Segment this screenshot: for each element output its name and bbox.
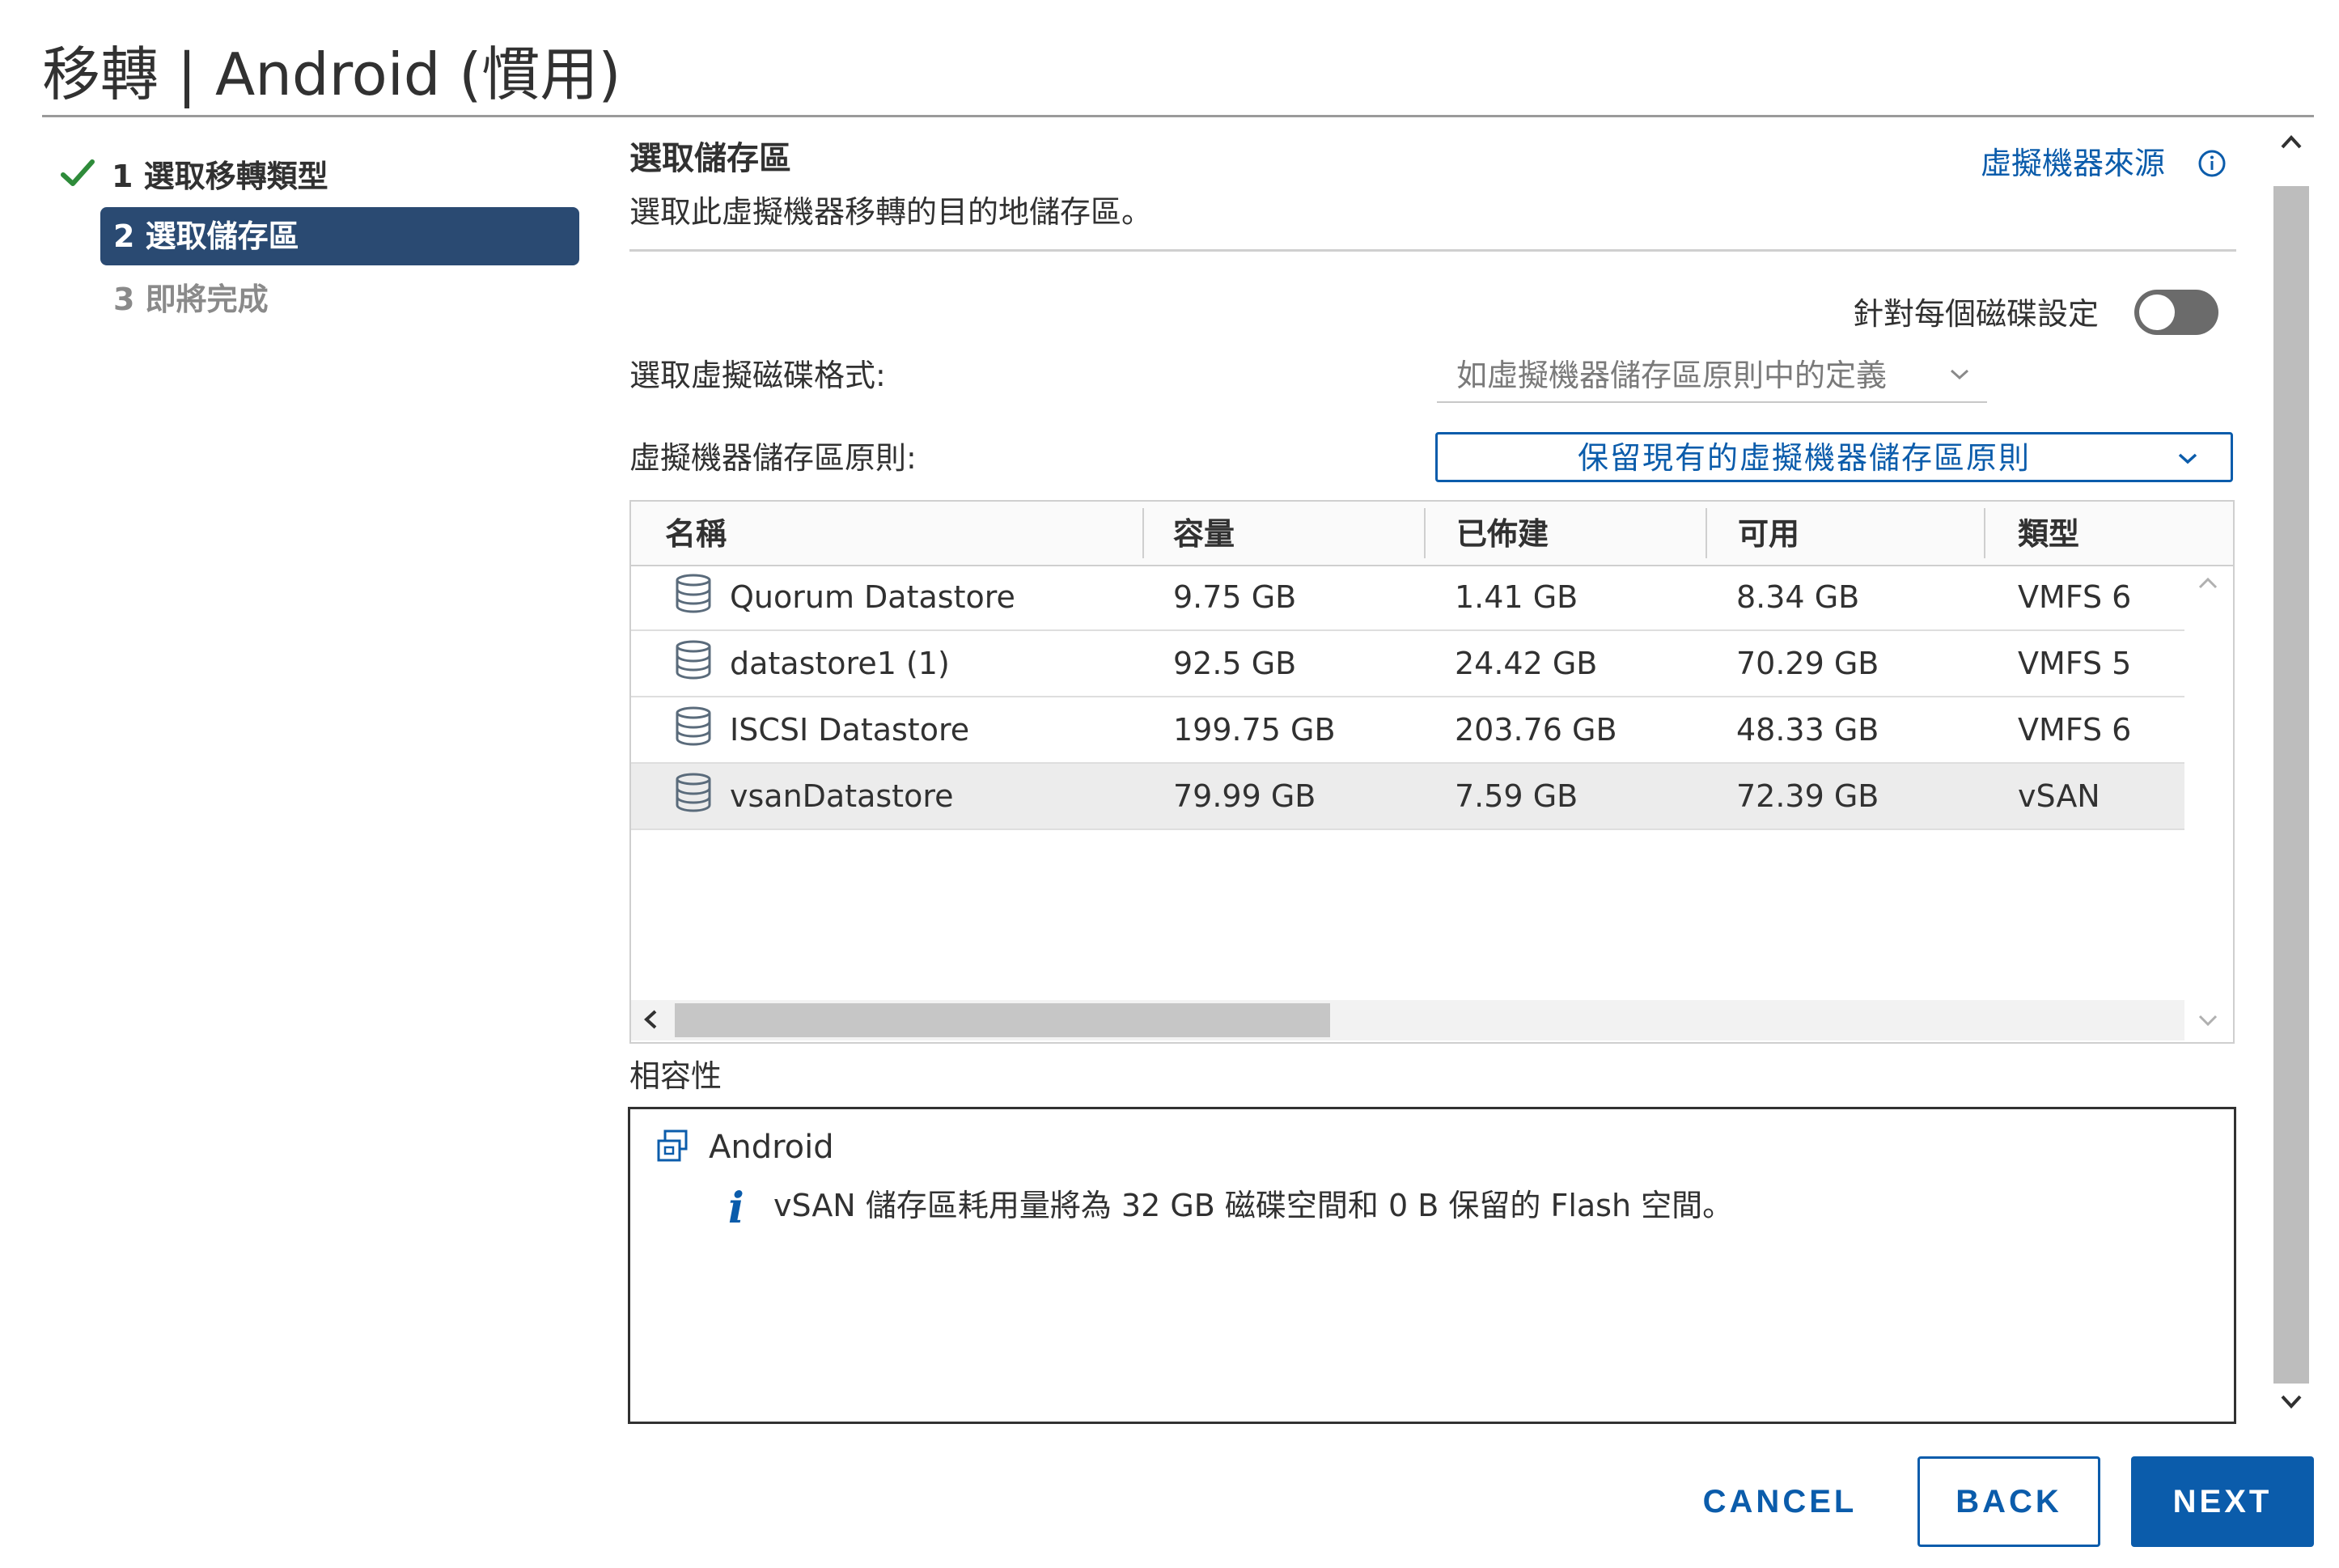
per-disk-label: 針對每個磁碟設定 [1853,296,2100,332]
step-select-migration-type[interactable]: 1 選取移轉類型 [112,154,328,199]
datastore-provisioned: 7.59 GB [1455,778,1578,814]
datastore-capacity: 79.99 GB [1173,778,1316,814]
check-icon [61,159,95,186]
horizontal-scroll-thumb[interactable] [675,1003,1330,1037]
page-scrollbar[interactable] [2273,186,2309,1384]
chevron-down-icon[interactable] [2194,1008,2222,1032]
datastore-capacity: 92.5 GB [1173,646,1297,681]
datastore-icon [676,773,711,812]
table-header [631,502,2233,566]
column-separator[interactable] [1984,508,1985,558]
datastore-name[interactable]: datastore1 (1) [730,642,950,684]
datastore-type: VMFS 5 [2018,646,2132,681]
chevron-up-icon[interactable] [2194,571,2222,595]
datastore-icon [676,640,711,680]
datastore-provisioned: 203.76 GB [1455,712,1617,748]
disk-format-label: 選取虛擬磁碟格式: [629,358,886,393]
column-separator[interactable] [1706,508,1707,558]
datastore-provisioned: 24.42 GB [1455,646,1598,681]
section-subheading: 選取此虛擬機器移轉的目的地儲存區。 [629,194,1153,230]
datastore-provisioned: 1.41 GB [1455,579,1578,615]
column-header-type[interactable]: 類型 [2018,510,2079,558]
back-button[interactable]: BACK [1917,1456,2100,1547]
datastore-capacity: 9.75 GB [1173,579,1297,615]
column-separator[interactable] [1142,508,1144,558]
chevron-down-icon[interactable] [1948,364,1971,384]
datastore-type: vSAN [2018,778,2100,814]
info-circle-icon[interactable] [2197,149,2227,178]
header-divider [629,249,2236,252]
cancel-button[interactable]: CANCEL [1691,1456,1869,1547]
datastore-name[interactable]: ISCSI Datastore [730,709,969,751]
datastore-name[interactable]: Quorum Datastore [730,576,1015,618]
info-icon: i [728,1184,744,1233]
chevron-up-icon[interactable] [2277,129,2306,155]
datastore-free: 48.33 GB [1736,712,1879,748]
chevron-left-icon[interactable] [639,1005,662,1034]
compatibility-vm-name: Android [709,1129,834,1166]
storage-policy-value[interactable]: 保留現有的虛擬機器儲存區原則 [1578,437,2031,479]
column-header-provisioned[interactable]: 已佈建 [1456,510,1549,558]
step-select-storage[interactable]: 2 選取儲存區 [113,214,299,259]
chevron-down-icon[interactable] [2176,448,2199,468]
column-header-free[interactable]: 可用 [1738,510,1799,558]
title-divider [42,115,2314,117]
step-ready-to-complete: 3 即將完成 [113,282,269,317]
vm-icon [657,1129,688,1162]
datastore-type: VMFS 6 [2018,712,2132,748]
disk-format-value[interactable]: 如虛擬機器儲存區原則中的定義 [1456,354,1887,396]
column-separator[interactable] [1424,508,1426,558]
section-heading: 選取儲存區 [629,140,791,177]
datastore-free: 72.39 GB [1736,778,1879,814]
chevron-down-icon[interactable] [2277,1388,2306,1414]
vm-origin-link[interactable]: 虛擬機器來源 [1981,142,2165,184]
dialog-title: 移轉 | Android (慣用) [42,40,621,108]
datastore-capacity: 199.75 GB [1173,712,1336,748]
datastore-free: 70.29 GB [1736,646,1879,681]
column-header-name[interactable]: 名稱 [665,510,727,558]
datastore-icon [676,574,711,613]
datastore-name[interactable]: vsanDatastore [730,775,954,817]
compatibility-panel [628,1107,2236,1424]
storage-policy-label: 虛擬機器儲存區原則: [629,440,917,476]
toggle-knob[interactable] [2139,295,2175,330]
datastore-free: 8.34 GB [1736,579,1860,615]
next-button[interactable]: NEXT [2131,1456,2314,1547]
compatibility-label: 相容性 [629,1058,722,1094]
column-header-capacity[interactable]: 容量 [1173,510,1235,558]
datastore-icon [676,706,711,746]
datastore-type: VMFS 6 [2018,579,2132,615]
compatibility-message: vSAN 儲存區耗用量將為 32 GB 磁碟空間和 0 B 保留的 Flash … [773,1188,1734,1223]
